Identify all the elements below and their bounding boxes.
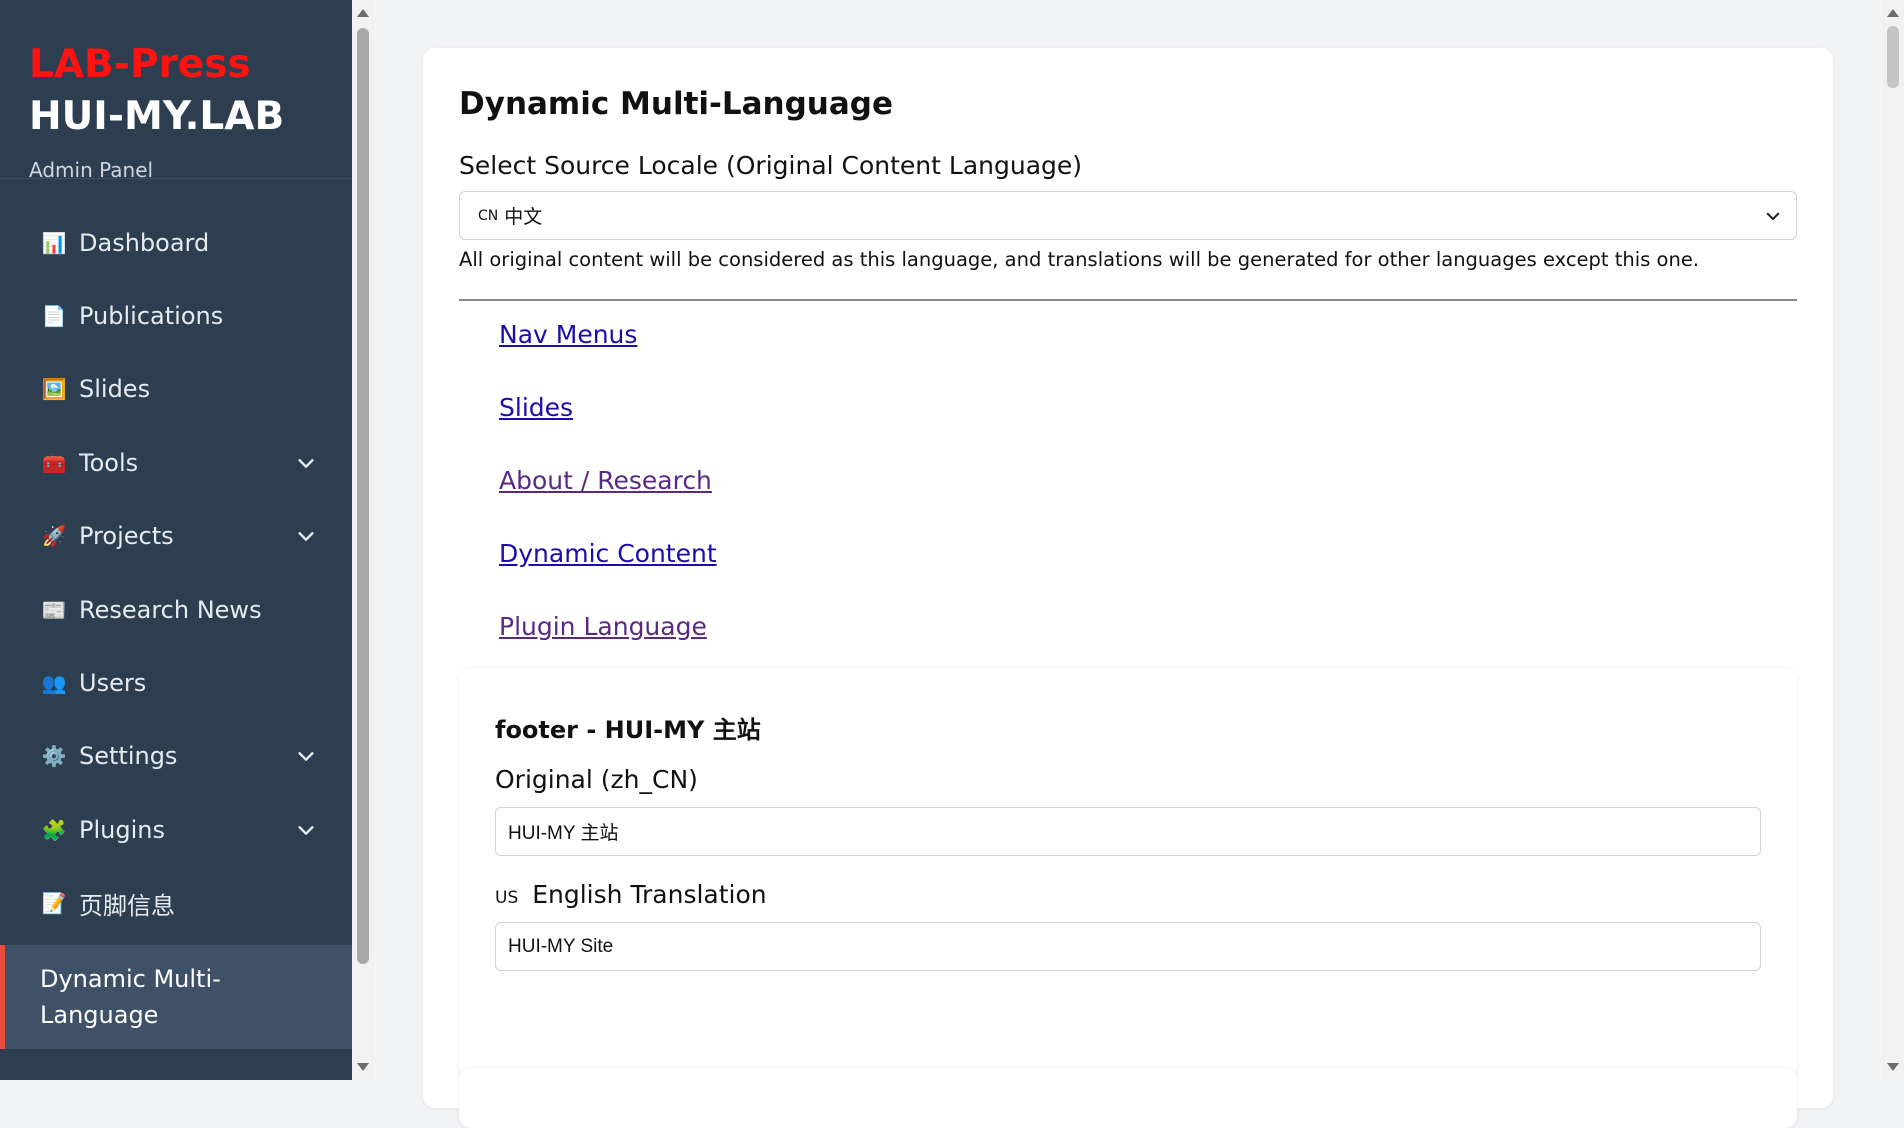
brand: LAB-Press HUI-MY.LAB Admin Panel <box>0 0 352 182</box>
sidebar-nav: 📊 Dashboard 📄 Publications 🖼️ Slides 🧰 T… <box>0 206 352 1049</box>
scrollbar-thumb[interactable] <box>1887 26 1899 88</box>
scroll-up-arrow-icon[interactable] <box>1887 9 1899 17</box>
entry-title: footer - HUI-MY 主站 <box>495 716 761 744</box>
divider <box>459 299 1797 301</box>
scrollbar-thumb[interactable] <box>357 28 369 964</box>
bar-chart-icon: 📊 <box>41 230 67 255</box>
translation-entry-card: footer - HUI-MY 主站 Original (zh_CN) US E… <box>459 668 1797 1078</box>
source-locale-label: Select Source Locale (Original Content L… <box>459 151 1083 180</box>
sidebar-item-label: Tools <box>79 448 139 477</box>
original-input[interactable] <box>495 807 1761 856</box>
link-about-research[interactable]: About / Research <box>499 466 712 495</box>
sidebar-item-label: Settings <box>79 742 178 771</box>
sidebar-item-tools[interactable]: 🧰 Tools <box>0 426 352 499</box>
sidebar-item-label: Users <box>79 669 147 698</box>
link-plugin-language[interactable]: Plugin Language <box>499 612 707 641</box>
main-card: Dynamic Multi-Language Select Source Loc… <box>423 48 1833 1128</box>
brand-tagline: LAB-Press <box>29 42 251 87</box>
scroll-up-arrow-icon[interactable] <box>357 9 369 17</box>
sidebar-item-label: Projects <box>79 522 174 551</box>
rocket-icon: 🚀 <box>41 524 67 549</box>
puzzle-icon: 🧩 <box>41 817 67 842</box>
sidebar-item-label: Dynamic Multi-Language <box>40 964 221 1029</box>
next-entry-card <box>459 1068 1797 1128</box>
picture-icon: 🖼️ <box>41 377 67 402</box>
sidebar-item-label: Slides <box>79 375 151 404</box>
gear-icon: ⚙️ <box>41 744 67 769</box>
translation-input[interactable] <box>495 922 1761 971</box>
chevron-down-icon <box>1766 212 1780 220</box>
chevron-down-icon[interactable] <box>295 452 317 474</box>
sidebar-item-settings[interactable]: ⚙️ Settings <box>0 720 352 793</box>
flag-cn-icon: CN <box>478 207 499 224</box>
users-icon: 👥 <box>41 671 67 696</box>
link-dynamic-content[interactable]: Dynamic Content <box>499 539 717 568</box>
sidebar-item-plugins[interactable]: 🧩 Plugins <box>0 793 352 866</box>
memo-icon: 📝 <box>41 891 67 916</box>
sidebar: LAB-Press HUI-MY.LAB Admin Panel 📊 Dashb… <box>0 0 352 1080</box>
translation-label: English Translation <box>532 880 767 909</box>
sidebar-item-label: Publications <box>79 302 224 331</box>
sidebar-item-footer-info[interactable]: 📝 页脚信息 <box>0 867 352 940</box>
link-nav-menus[interactable]: Nav Menus <box>499 320 637 349</box>
toolbox-icon: 🧰 <box>41 450 67 475</box>
scroll-down-arrow-icon[interactable] <box>357 1063 369 1071</box>
page-scrollbar[interactable] <box>1882 0 1904 1080</box>
sidebar-item-publications[interactable]: 📄 Publications <box>0 279 352 352</box>
source-locale-value: 中文 <box>504 206 543 228</box>
flag-us-icon: US <box>495 888 519 908</box>
sidebar-item-label: Dashboard <box>79 228 210 257</box>
sidebar-item-label: Plugins <box>79 815 165 844</box>
translation-label-row: US English Translation <box>495 880 767 909</box>
sidebar-item-research-news[interactable]: 📰 Research News <box>0 573 352 646</box>
brand-title[interactable]: HUI-MY.LAB <box>29 90 352 144</box>
source-locale-hint: All original content will be considered … <box>459 248 1700 271</box>
newspaper-icon: 📰 <box>41 597 67 622</box>
document-icon: 📄 <box>41 304 67 329</box>
chevron-down-icon[interactable] <box>295 745 317 767</box>
scroll-down-arrow-icon[interactable] <box>1887 1063 1899 1071</box>
sidebar-item-users[interactable]: 👥 Users <box>0 646 352 719</box>
sidebar-item-dynamic-multi-language[interactable]: Dynamic Multi-Language <box>0 944 352 1049</box>
brand-subtitle: Admin Panel <box>29 158 154 182</box>
chevron-down-icon[interactable] <box>295 819 317 841</box>
sidebar-item-label: 页脚信息 <box>79 891 175 920</box>
chevron-down-icon[interactable] <box>295 525 317 547</box>
page-title: Dynamic Multi-Language <box>459 86 894 122</box>
source-locale-select[interactable]: CN 中文 <box>459 191 1797 240</box>
original-label: Original (zh_CN) <box>495 765 698 794</box>
sidebar-item-dashboard[interactable]: 📊 Dashboard <box>0 206 352 279</box>
sidebar-item-slides[interactable]: 🖼️ Slides <box>0 353 352 426</box>
sidebar-item-projects[interactable]: 🚀 Projects <box>0 500 352 573</box>
sidebar-scrollbar[interactable] <box>352 0 374 1080</box>
sidebar-item-label: Research News <box>79 595 262 624</box>
link-slides[interactable]: Slides <box>499 393 573 422</box>
